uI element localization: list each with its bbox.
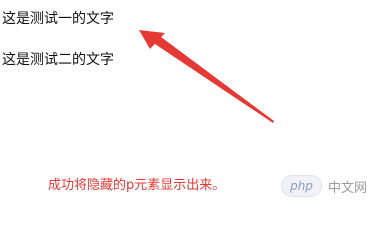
arrow-shaft [149,34,274,123]
watermark-text: 中文网 [328,180,368,196]
site-watermark: php 中文网 [281,175,367,197]
arrow-mark [139,30,274,123]
php-logo-icon: php [281,175,322,197]
result-caption: 成功将隐藏的p元素显示出来。 [48,178,226,193]
